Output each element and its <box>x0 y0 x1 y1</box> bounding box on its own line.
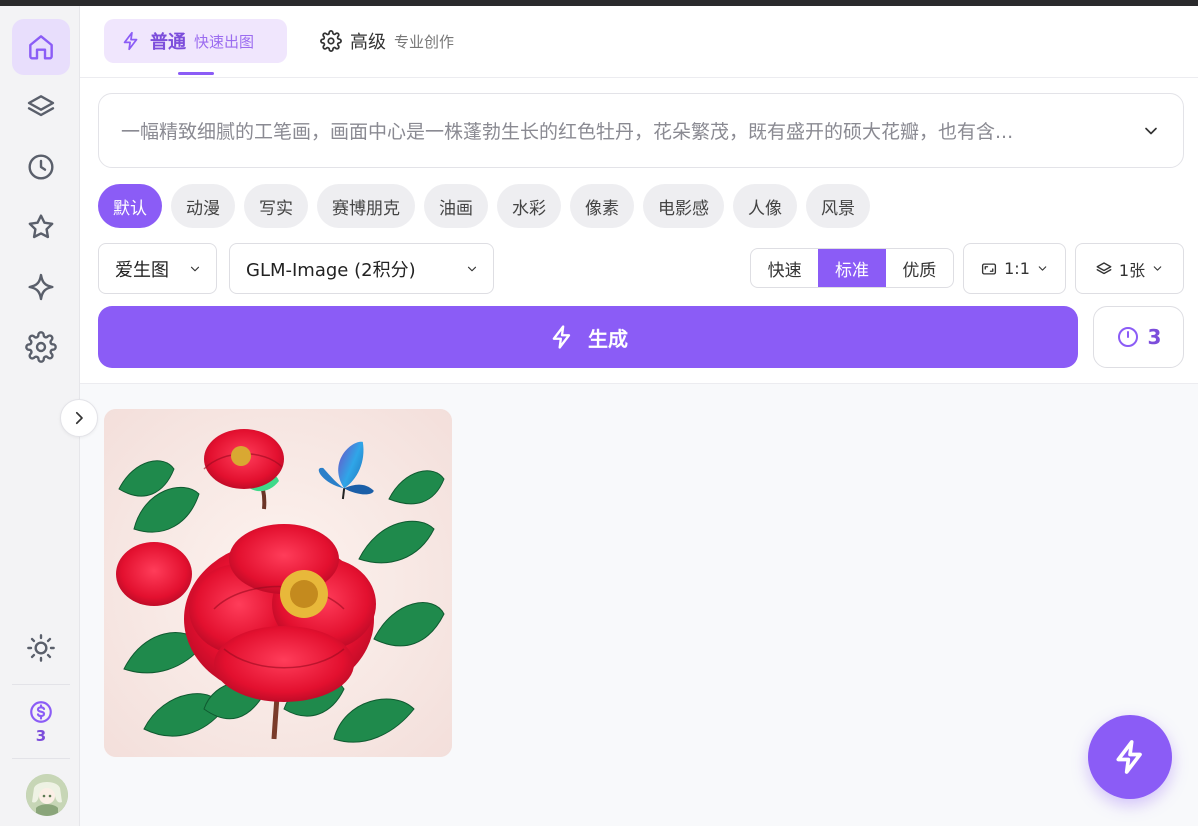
theme-toggle-button[interactable] <box>12 620 70 676</box>
active-tab-indicator <box>178 72 214 75</box>
layers-icon <box>1096 261 1112 274</box>
chevron-down-icon <box>1038 266 1047 271</box>
sidebar-item-settings[interactable] <box>12 319 70 375</box>
chevron-down-icon <box>1153 266 1162 271</box>
sidebar-item-sparkle[interactable] <box>12 259 70 315</box>
sidebar-item-home[interactable] <box>12 19 70 75</box>
style-chip-landscape[interactable]: 风景 <box>806 184 870 228</box>
model-select-value: GLM-Image (2积分) <box>246 259 416 281</box>
style-chip-oil-painting[interactable]: 油画 <box>424 184 488 228</box>
style-chip-default[interactable]: 默认 <box>98 184 162 228</box>
sidebar-item-history[interactable] <box>12 139 70 195</box>
lightning-icon <box>123 31 138 51</box>
aspect-ratio-icon <box>982 262 997 275</box>
timer-icon <box>1117 327 1138 347</box>
star-icon <box>28 214 54 239</box>
credits-balance[interactable]: 3 <box>12 694 70 750</box>
tab-normal-title: 普通 <box>150 32 186 53</box>
aspect-ratio-value: 1:1 <box>1004 259 1030 278</box>
chevron-down-icon[interactable] <box>1141 121 1161 141</box>
sparkle-icon <box>28 273 54 301</box>
image-count-value: 1张 <box>1118 260 1146 280</box>
chevron-down-icon <box>190 266 200 272</box>
generated-image <box>104 409 452 757</box>
tab-advanced[interactable]: 高级 专业创作 <box>304 19 470 63</box>
quick-generate-fab[interactable] <box>1088 715 1172 799</box>
tab-advanced-title: 高级 <box>350 32 386 53</box>
coin-icon <box>30 701 52 723</box>
sidebar-expand-button[interactable] <box>60 399 98 437</box>
style-chip-portrait[interactable]: 人像 <box>733 184 797 228</box>
tab-advanced-subtitle: 专业创作 <box>394 32 455 51</box>
chevron-down-icon <box>467 266 477 272</box>
generate-button[interactable]: 生成 <box>98 306 1078 368</box>
app-select-value: 爱生图 <box>115 259 169 281</box>
generation-history-button[interactable]: 3 <box>1093 306 1184 368</box>
sidebar-item-favorites[interactable] <box>12 199 70 255</box>
lightning-icon <box>552 325 571 349</box>
sidebar-divider <box>12 758 70 759</box>
gear-icon <box>25 331 57 363</box>
model-select[interactable]: GLM-Image (2积分) <box>229 243 494 294</box>
history-count: 3 <box>1147 325 1162 349</box>
app-select[interactable]: 爱生图 <box>98 243 217 294</box>
style-chip-realistic[interactable]: 写实 <box>244 184 308 228</box>
style-chip-anime[interactable]: 动漫 <box>171 184 235 228</box>
generate-label: 生成 <box>588 326 628 351</box>
prompt-input[interactable]: 一幅精致细腻的工笔画，画面中心是一株蓬勃生长的红色牡丹，花朵繁茂，既有盛开的硕大… <box>98 93 1184 168</box>
home-icon <box>29 35 53 60</box>
quality-fast[interactable]: 快速 <box>751 249 818 287</box>
credits-value: 3 <box>35 727 47 745</box>
sun-icon <box>27 634 55 662</box>
gear-icon <box>320 30 342 52</box>
quality-toggle: 快速 标准 优质 <box>750 248 954 288</box>
avatar-image <box>26 774 68 816</box>
generated-image-card[interactable] <box>104 409 452 757</box>
quality-premium[interactable]: 优质 <box>886 249 953 287</box>
style-chips: 默认 动漫 写实 赛博朋克 油画 水彩 像素 电影感 人像 风景 <box>98 184 870 228</box>
mode-header: 普通 快速出图 高级 专业创作 <box>80 6 1198 78</box>
tab-normal-subtitle: 快速出图 <box>194 32 255 51</box>
layers-icon <box>27 95 55 117</box>
sidebar-divider <box>12 684 70 685</box>
aspect-ratio-select[interactable]: 1:1 <box>963 243 1066 294</box>
prompt-text[interactable]: 一幅精致细腻的工笔画，画面中心是一株蓬勃生长的红色牡丹，花朵繁茂，既有盛开的硕大… <box>121 117 1111 144</box>
lightning-icon <box>1116 740 1142 774</box>
style-chip-cyberpunk[interactable]: 赛博朋克 <box>317 184 415 228</box>
style-chip-watercolor[interactable]: 水彩 <box>497 184 561 228</box>
chevron-right-icon <box>75 411 83 425</box>
style-chip-cinematic[interactable]: 电影感 <box>643 184 724 228</box>
avatar[interactable] <box>26 774 68 816</box>
style-chip-pixel[interactable]: 像素 <box>570 184 634 228</box>
image-count-select[interactable]: 1张 <box>1075 243 1184 294</box>
quality-standard[interactable]: 标准 <box>818 249 886 287</box>
tab-normal[interactable]: 普通 快速出图 <box>104 19 287 63</box>
generation-panel: 一幅精致细腻的工笔画，画面中心是一株蓬勃生长的红色牡丹，花朵繁茂，既有盛开的硕大… <box>80 78 1198 384</box>
clock-icon <box>28 154 54 180</box>
sidebar-item-layers[interactable] <box>12 79 70 135</box>
